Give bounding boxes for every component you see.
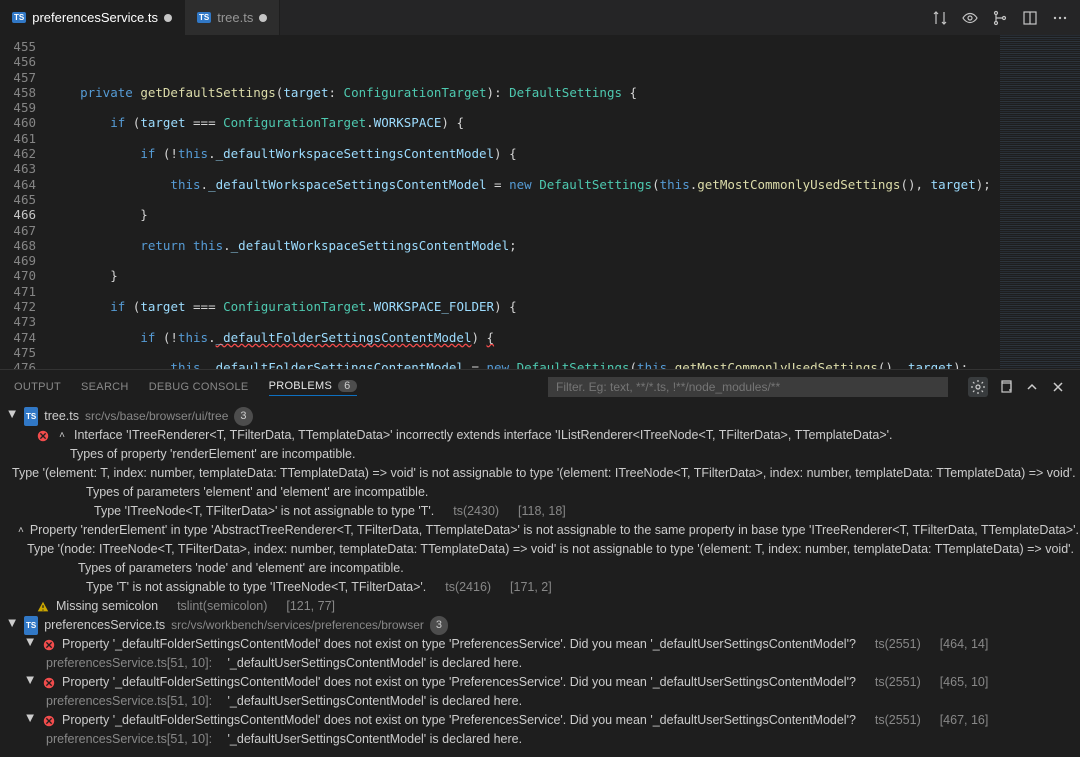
problem-detail-row[interactable]: Types of parameters 'node' and 'element'… xyxy=(0,559,1080,578)
problem-file-row[interactable]: ▶ TS tree.ts src/vs/base/browser/ui/tree… xyxy=(0,407,1080,426)
tab-problems[interactable]: PROBLEMS 6 xyxy=(269,380,357,396)
problem-row[interactable]: ˄ Interface 'ITreeRenderer<T, TFilterDat… xyxy=(0,426,1080,445)
expand-icon[interactable]: ▶ xyxy=(3,620,22,632)
problems-list[interactable]: ▶ TS tree.ts src/vs/base/browser/ui/tree… xyxy=(0,403,1080,757)
tab-search[interactable]: SEARCH xyxy=(81,381,129,393)
problem-message: Property '_defaultFolderSettingsContentM… xyxy=(62,711,856,730)
chevron-up-icon[interactable] xyxy=(1024,379,1040,395)
code-editor[interactable]: 4554564574584594604614624634644654664674… xyxy=(0,35,1080,369)
split-editor-icon[interactable] xyxy=(1022,10,1038,26)
line-number-gutter: 4554564574584594604614624634644654664674… xyxy=(0,35,50,369)
file-problem-count: 3 xyxy=(234,407,252,426)
editor-tab-bar: TS preferencesService.ts TS tree.ts xyxy=(0,0,1080,35)
problem-detail-row[interactable]: Types of parameters 'element' and 'eleme… xyxy=(0,483,1080,502)
problem-row[interactable]: ˄ Property 'renderElement' in type 'Abst… xyxy=(0,521,1080,540)
problem-detail-row[interactable]: Type '(element: T, index: number, templa… xyxy=(0,464,1080,483)
close-icon[interactable] xyxy=(1050,379,1066,395)
tab-tree[interactable]: TS tree.ts xyxy=(185,0,280,35)
problem-file-row[interactable]: ▶ TS preferencesService.ts src/vs/workbe… xyxy=(0,616,1080,635)
typescript-icon: TS xyxy=(24,407,38,426)
tab-debug-console[interactable]: DEBUG CONSOLE xyxy=(149,381,249,393)
preview-icon[interactable] xyxy=(962,10,978,26)
problem-message: Property '_defaultFolderSettingsContentM… xyxy=(62,673,856,692)
typescript-icon: TS xyxy=(24,616,38,635)
bottom-panel: OUTPUT SEARCH DEBUG CONSOLE PROBLEMS 6 ▶… xyxy=(0,369,1080,757)
expand-icon[interactable]: ▶ xyxy=(21,677,40,689)
gear-icon[interactable] xyxy=(968,377,988,397)
file-name: tree.ts xyxy=(44,407,79,426)
problem-detail-row[interactable]: Type '(node: ITreeNode<T, TFilterData>, … xyxy=(0,540,1080,559)
problem-message: Missing semicolon xyxy=(56,597,158,616)
tab-preferences-service[interactable]: TS preferencesService.ts xyxy=(0,0,185,35)
error-icon xyxy=(42,638,56,652)
typescript-icon: TS xyxy=(12,12,26,23)
error-icon xyxy=(42,676,56,690)
problem-row[interactable]: Missing semicolon tslint(semicolon) [121… xyxy=(0,597,1080,616)
problem-row[interactable]: ▶ Property '_defaultFolderSettingsConten… xyxy=(0,711,1080,730)
chevron-up-icon[interactable]: ˄ xyxy=(56,426,68,445)
dirty-indicator-icon xyxy=(164,14,172,22)
tab-label: preferencesService.ts xyxy=(32,10,158,25)
more-icon[interactable] xyxy=(1052,10,1068,26)
chevron-up-icon[interactable]: ˄ xyxy=(18,521,24,540)
error-icon xyxy=(42,714,56,728)
tab-output[interactable]: OUTPUT xyxy=(14,381,61,393)
warning-icon xyxy=(36,600,50,614)
file-problem-count: 3 xyxy=(430,616,448,635)
problem-row[interactable]: ▶ Property '_defaultFolderSettingsConten… xyxy=(0,673,1080,692)
minimap[interactable] xyxy=(1000,35,1080,369)
file-path: src/vs/workbench/services/preferences/br… xyxy=(171,616,424,635)
file-name: preferencesService.ts xyxy=(44,616,165,635)
expand-icon[interactable]: ▶ xyxy=(3,411,22,423)
problem-message: Property '_defaultFolderSettingsContentM… xyxy=(62,635,856,654)
expand-icon[interactable]: ▶ xyxy=(21,715,40,727)
expand-icon[interactable]: ▶ xyxy=(21,639,40,651)
editor-actions xyxy=(920,0,1080,35)
typescript-icon: TS xyxy=(197,12,211,23)
tab-label: tree.ts xyxy=(217,10,253,25)
problem-detail-row[interactable]: Types of property 'renderElement' are in… xyxy=(0,445,1080,464)
problem-message: Interface 'ITreeRenderer<T, TFilterData,… xyxy=(74,426,893,445)
problem-detail-row[interactable]: Type 'T' is not assignable to type 'ITre… xyxy=(0,578,1080,597)
problem-detail-row[interactable]: preferencesService.ts[51, 10]: '_default… xyxy=(0,654,1080,673)
compare-icon[interactable] xyxy=(932,10,948,26)
problems-filter-input[interactable] xyxy=(548,377,948,397)
problem-detail-row[interactable]: preferencesService.ts[51, 10]: '_default… xyxy=(0,730,1080,749)
panel-tab-bar: OUTPUT SEARCH DEBUG CONSOLE PROBLEMS 6 xyxy=(0,370,1080,403)
tab-group: TS preferencesService.ts TS tree.ts xyxy=(0,0,280,35)
problems-count-badge: 6 xyxy=(338,380,356,392)
problem-row[interactable]: ▶ Property '_defaultFolderSettingsConten… xyxy=(0,635,1080,654)
problem-detail-row[interactable]: preferencesService.ts[51, 10]: '_default… xyxy=(0,692,1080,711)
copy-icon[interactable] xyxy=(998,379,1014,395)
dirty-indicator-icon xyxy=(259,14,267,22)
problem-detail-row[interactable]: Type 'ITreeNode<T, TFilterData>' is not … xyxy=(0,502,1080,521)
error-icon xyxy=(36,429,50,443)
panel-actions xyxy=(968,377,1066,397)
source-control-icon[interactable] xyxy=(992,10,1008,26)
code-content[interactable]: private getDefaultSettings(target: Confi… xyxy=(50,35,1000,369)
file-path: src/vs/base/browser/ui/tree xyxy=(85,407,228,426)
problem-message: Property 'renderElement' in type 'Abstra… xyxy=(30,521,1079,540)
